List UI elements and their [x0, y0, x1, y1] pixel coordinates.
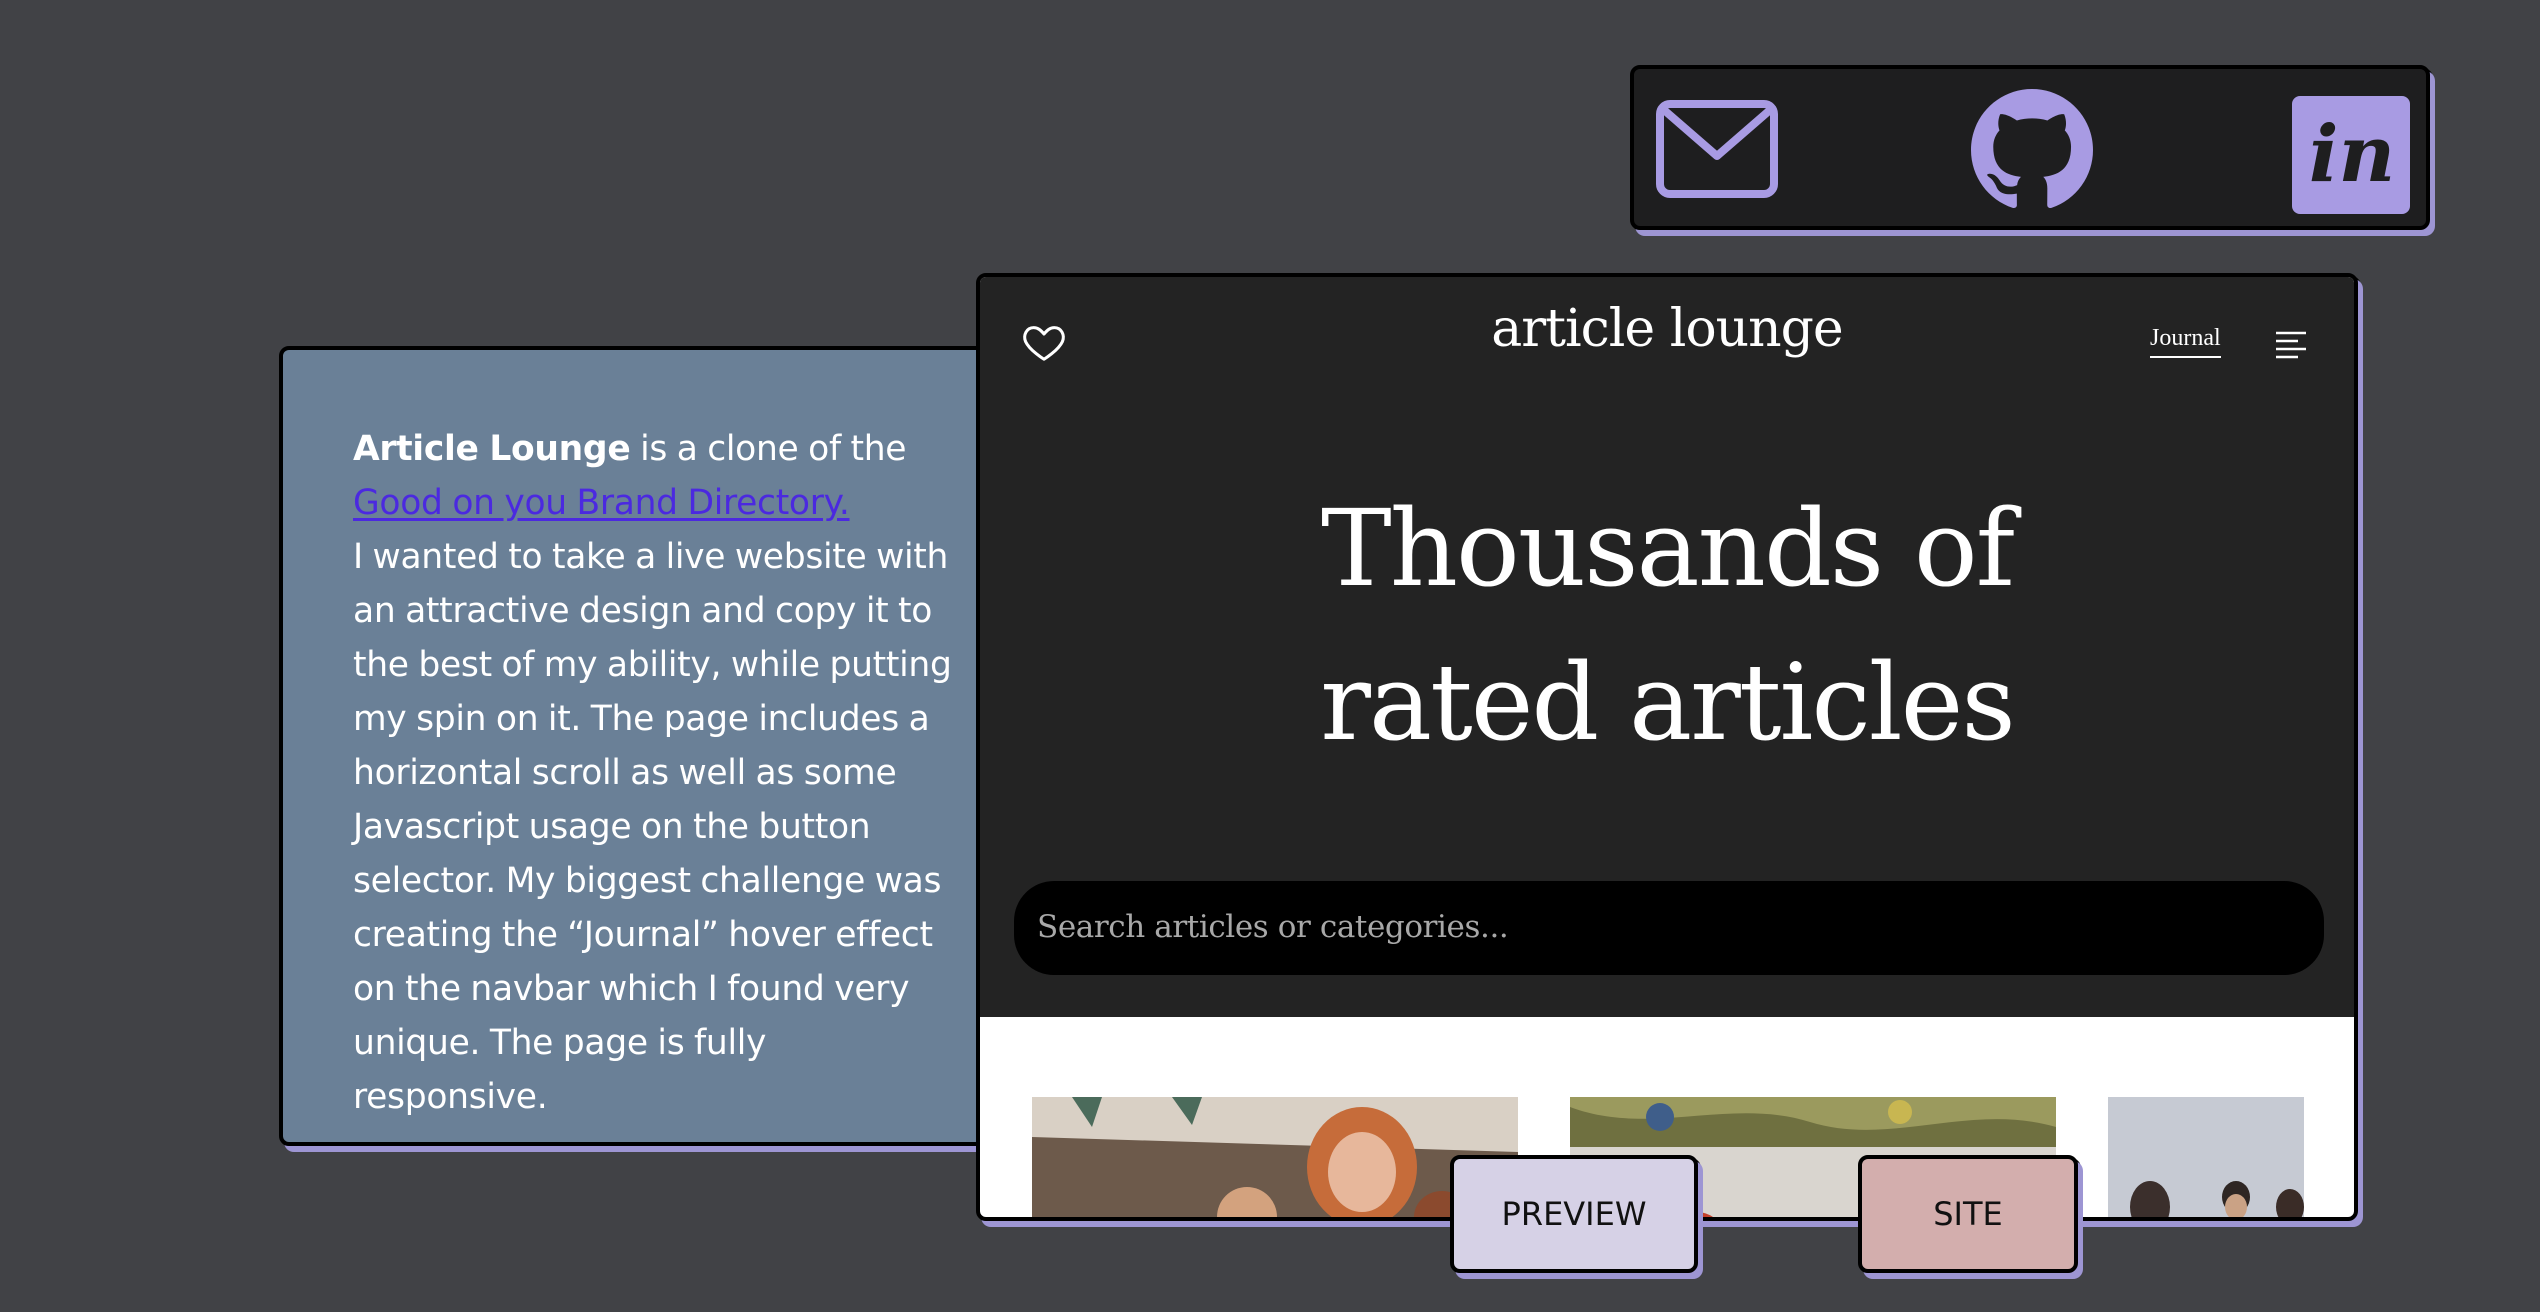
social-links-bar: in — [1630, 65, 2430, 230]
github-button[interactable] — [1969, 87, 2094, 212]
site-header-section: article lounge Journal Thousands of rate… — [980, 277, 2354, 1017]
description-text: Article Lounge is a clone of the Good on… — [353, 422, 963, 1124]
hero-line-1: Thousands of — [1321, 487, 2015, 610]
search-input[interactable]: Search articles or categories... — [1014, 881, 2324, 975]
article-thumbnail[interactable] — [2108, 1097, 2304, 1217]
menu-button[interactable] — [2274, 329, 2308, 359]
description-body: I wanted to take a live website with an … — [353, 537, 952, 1117]
invision-button[interactable]: in — [2291, 95, 2411, 215]
github-icon — [1970, 88, 2093, 208]
description-card: Article Lounge is a clone of the Good on… — [279, 346, 999, 1146]
hero-line-2: rated articles — [1320, 641, 2016, 764]
hero-heading: Thousands of rated articles — [980, 472, 2354, 780]
family-photo-image — [1032, 1097, 1518, 1217]
site-button[interactable]: SITE — [1858, 1155, 2078, 1273]
invision-icon: in — [2292, 96, 2410, 214]
invision-logo-text: in — [2309, 109, 2395, 200]
description-intro: is a clone of the — [630, 429, 907, 469]
office-photo-image — [2108, 1097, 2304, 1217]
stage: in Article Lounge is a clone of the Good… — [0, 0, 2540, 1312]
brand-name: Article Lounge — [353, 429, 631, 469]
article-thumbnail[interactable] — [1032, 1097, 1518, 1217]
site-title[interactable]: article lounge — [980, 299, 2354, 359]
hamburger-menu-icon — [2276, 331, 2306, 359]
site-preview-window: article lounge Journal Thousands of rate… — [976, 273, 2358, 1221]
preview-button[interactable]: PREVIEW — [1450, 1155, 1698, 1273]
search-placeholder: Search articles or categories... — [1037, 909, 1509, 945]
mail-icon — [1655, 100, 1778, 198]
nav-journal-link[interactable]: Journal — [2150, 325, 2221, 358]
brand-directory-link[interactable]: Good on you Brand Directory. — [353, 476, 850, 530]
mail-button[interactable] — [1654, 99, 1779, 199]
